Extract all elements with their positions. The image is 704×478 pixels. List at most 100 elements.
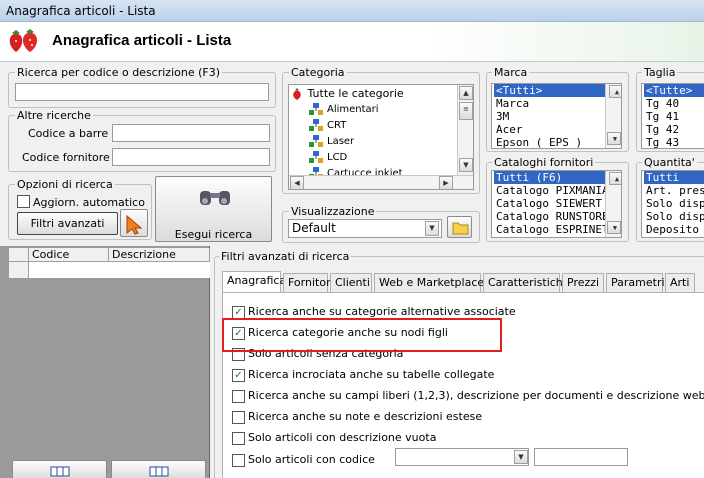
catalog-option[interactable]: Catalogo SIEWERT	[494, 197, 621, 210]
grid-view-button-2[interactable]	[111, 460, 206, 478]
scroll-right-icon[interactable]: ▶	[439, 176, 453, 189]
category-item[interactable]: Laser	[309, 134, 403, 150]
columns-icon	[50, 466, 69, 477]
catalog-items: Tutti (F6) Catalogo PIXMANIA Catalogo SIEW…	[492, 171, 621, 236]
view-select[interactable]: Default ▼	[288, 219, 442, 238]
filter-option-row[interactable]: Solo articoli con codice	[232, 452, 375, 470]
page-title: Anagrafica articoli - Lista	[52, 32, 232, 49]
size-option[interactable]: Tg 40	[644, 97, 704, 110]
scroll-up-icon[interactable]: ▲	[459, 86, 473, 100]
tab-fornitori[interactable]: Fornitori	[283, 273, 334, 293]
filter-option-label: Solo articoli con descrizione vuota	[248, 431, 437, 444]
grid-view-button-1[interactable]	[12, 460, 107, 478]
category-hscrollbar[interactable]: ◀ ▶	[289, 175, 473, 189]
filter-option-row[interactable]: Solo articoli con descrizione vuota	[232, 430, 436, 448]
auto-update-checkbox[interactable]	[17, 195, 30, 208]
filter-option-row[interactable]: Ricerca anche su note e descrizioni este…	[232, 409, 482, 427]
supplier-code-label: Codice fornitore :	[22, 151, 118, 164]
category-items: Alimentari CRT Laser LCD Cartucce inkjet	[309, 102, 403, 182]
size-label: Taglia	[642, 66, 678, 79]
scroll-left-icon[interactable]: ◀	[290, 176, 304, 189]
tab-caratteristiche[interactable]: Caratteristiche	[483, 273, 570, 293]
brand-option[interactable]: Marca	[494, 97, 621, 110]
filter-option-label: Ricerca anche su categorie alternative a…	[248, 305, 516, 318]
filter-option-checkbox[interactable]	[232, 453, 245, 467]
barcode-label: Codice a barre :	[28, 127, 116, 140]
quantity-option[interactable]: Solo disp. o	[644, 210, 704, 223]
category-item[interactable]: LCD	[309, 150, 403, 166]
supplier-catalogs-list[interactable]: Tutti (F6) Catalogo PIXMANIA Catalogo SIEW…	[491, 170, 622, 238]
scroll-up-icon[interactable]: ▲	[609, 172, 621, 185]
brand-option[interactable]: Acer	[494, 123, 621, 136]
advanced-filters-arrow-button[interactable]	[120, 209, 148, 237]
search-input[interactable]	[15, 83, 269, 101]
size-option[interactable]: Tg 41	[644, 110, 704, 123]
quantity-option[interactable]: Tutti	[644, 171, 704, 184]
brand-list[interactable]: <Tutti> Marca 3M Acer Epson ( EPS ) ▲ ▼	[491, 83, 622, 149]
catalog-option[interactable]: Catalogo PIXMANIA	[494, 184, 621, 197]
filter-option-checkbox[interactable]	[232, 410, 245, 424]
category-root-item[interactable]: Tutte le categorie	[291, 87, 404, 103]
scroll-up-icon[interactable]: ▲	[609, 85, 621, 98]
filter-option-checkbox[interactable]: ✓	[232, 305, 245, 319]
strawberry-icon	[293, 87, 301, 100]
scroll-down-icon[interactable]: ▼	[459, 158, 473, 172]
supplier-code-input[interactable]	[112, 148, 270, 166]
window-title: Anagrafica articoli - Lista	[6, 4, 156, 18]
advanced-filters-button[interactable]: Filtri avanzati	[17, 212, 118, 235]
filter-option-row[interactable]: ✓ Ricerca incrociata anche su tabelle col…	[232, 367, 494, 385]
tab-clienti[interactable]: Clienti	[330, 273, 372, 293]
scroll-down-icon[interactable]: ▼	[607, 221, 621, 234]
brand-option[interactable]: <Tutti>	[494, 84, 621, 97]
tab-arti[interactable]: Arti	[665, 273, 695, 293]
brand-label: Marca	[492, 66, 530, 79]
code-filter-select[interactable]: ▼	[395, 448, 529, 466]
size-option[interactable]: <Tutte>	[644, 84, 704, 97]
quantity-option[interactable]: Solo disponibili	[644, 197, 704, 210]
folder-button[interactable]	[447, 216, 472, 238]
size-option[interactable]: Tg 43	[644, 136, 704, 148]
network-node-icon	[309, 103, 323, 115]
filter-option-checkbox[interactable]	[232, 431, 245, 445]
run-search-button[interactable]: Esegui ricerca	[155, 176, 272, 242]
tab-web-e-marketplace[interactable]: Web e Marketplace	[374, 273, 484, 293]
filter-option-row[interactable]: Ricerca anche su campi liberi (1,2,3), d…	[232, 388, 704, 406]
catalog-option[interactable]: Catalogo ESPRINET	[494, 223, 621, 236]
chevron-down-icon[interactable]: ▼	[514, 450, 528, 464]
tab-anagrafica[interactable]: Anagrafica	[222, 271, 286, 293]
tab-prezzi[interactable]: Prezzi	[562, 273, 604, 293]
category-item[interactable]: Alimentari	[309, 102, 403, 118]
chevron-down-icon[interactable]: ▼	[425, 221, 439, 236]
category-item[interactable]: CRT	[309, 118, 403, 134]
size-list[interactable]: <Tutte> Tg 40 Tg 41 Tg 42 Tg 43	[641, 83, 704, 149]
catalogs-vscrollbar[interactable]: ▲ ▼	[605, 171, 621, 237]
table-row[interactable]	[29, 262, 210, 278]
code-filter-input[interactable]	[534, 448, 628, 466]
category-tree[interactable]: Tutte le categorie Alimentari CRT Laser LCD…	[288, 84, 474, 190]
filter-option-checkbox[interactable]: ✓	[232, 368, 245, 382]
scroll-down-icon[interactable]: ▼	[607, 132, 621, 145]
size-option[interactable]: Tg 42	[644, 123, 704, 136]
filter-option-checkbox[interactable]	[232, 389, 245, 403]
scroll-thumb[interactable]: ≡	[459, 102, 473, 120]
brand-vscrollbar[interactable]: ▲ ▼	[605, 84, 621, 148]
quantity-list[interactable]: TuttiArt. presentiSolo disponibiliSolo d…	[641, 170, 704, 238]
view-label: Visualizzazione	[289, 205, 377, 218]
tab-parametri[interactable]: Parametri	[606, 273, 665, 293]
articles-grid[interactable]: Codice Descrizione	[0, 246, 210, 478]
barcode-input[interactable]	[112, 124, 270, 142]
catalog-option[interactable]: Tutti (F6)	[494, 171, 621, 184]
grid-header-code[interactable]: Codice	[29, 248, 109, 262]
quantity-option[interactable]: Deposito 1	[644, 223, 704, 236]
folder-icon	[452, 222, 468, 235]
network-node-icon	[309, 135, 323, 147]
filter-option-label: Ricerca anche su campi liberi (1,2,3), d…	[248, 389, 704, 402]
network-node-icon	[309, 119, 323, 131]
catalog-option[interactable]: Catalogo RUNSTORE	[494, 210, 621, 223]
quantity-option[interactable]: Art. presenti	[644, 184, 704, 197]
search-label: Ricerca per codice o descrizione (F3)	[15, 66, 223, 79]
brand-option[interactable]: Epson ( EPS )	[494, 136, 621, 148]
grid-header-description[interactable]: Descrizione	[109, 248, 210, 262]
category-vscrollbar[interactable]: ▲ ≡ ▼	[457, 85, 473, 175]
brand-option[interactable]: 3M	[494, 110, 621, 123]
